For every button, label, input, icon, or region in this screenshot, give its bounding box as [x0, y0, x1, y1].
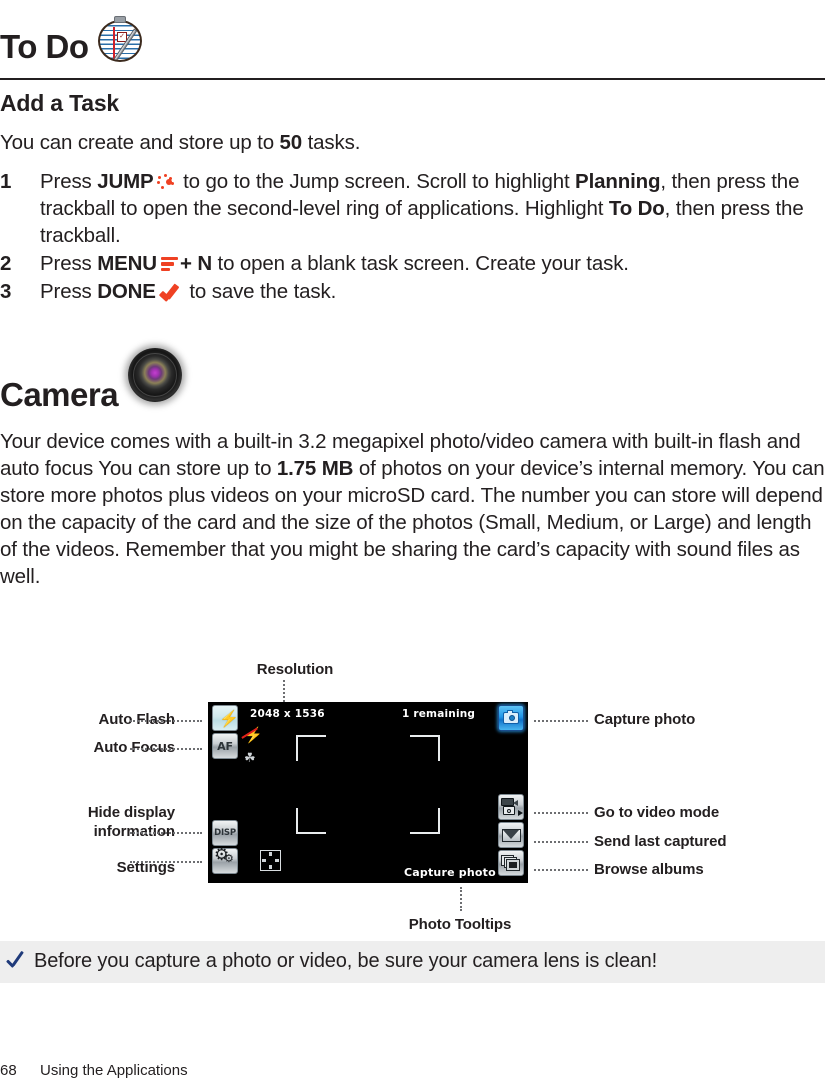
browse-albums-button[interactable]	[498, 850, 524, 876]
step-seg: to open a blank task screen. Create your…	[212, 252, 629, 275]
flash-off-icon: ⚡	[241, 727, 263, 746]
camera-storage-size: 1.75 MB	[276, 457, 354, 480]
step-seg: Press	[40, 252, 98, 275]
resolution-readout: 2048 x 1536	[250, 708, 325, 720]
camera-lens-icon	[128, 348, 182, 402]
step-bold-todo: To Do	[608, 197, 665, 220]
camera-description: Your device comes with a built-in 3.2 me…	[0, 428, 825, 590]
key-menu: MENU	[97, 252, 157, 275]
focus-bracket-bottom-left	[296, 808, 326, 834]
step-number: 2	[0, 252, 12, 275]
key-done: DONE	[97, 280, 156, 303]
photo-stack-icon	[501, 854, 521, 872]
callout-browse-albums: Browse albums	[594, 861, 704, 878]
leader-auto-focus	[130, 748, 202, 752]
step-item: 1 Press JUMP to go to the Jump screen. S…	[0, 168, 825, 249]
leader-browse-albums	[534, 869, 588, 873]
page-title: To Do	[0, 28, 89, 65]
envelope-icon	[501, 828, 521, 842]
step-item: 3 Press DONE to save the task.	[0, 278, 825, 305]
focus-bracket-top-left	[296, 735, 326, 761]
step-item: 2 Press MENU + N to open a blank task scr…	[0, 250, 825, 277]
video-camera-icon	[500, 798, 523, 816]
key-jump: JUMP	[97, 170, 154, 193]
manual-page: To Do ✓ Add a Task You can create and st…	[0, 0, 825, 1085]
send-last-captured-button[interactable]	[498, 822, 524, 848]
leader-hide-display-information	[130, 832, 202, 836]
tip-callout-bar: Before you capture a photo or video, be …	[0, 941, 825, 983]
todo-section-header: To Do ✓	[0, 14, 825, 74]
macro-focus-icon: ☘	[244, 750, 256, 765]
intro-task-count: 50	[279, 131, 303, 154]
notepad-body: ✓	[98, 20, 142, 62]
lens-rim	[133, 353, 177, 397]
step-seg: to save the task.	[183, 280, 337, 303]
capture-photo-button[interactable]	[498, 705, 524, 731]
auto-flash-button[interactable]	[212, 705, 239, 731]
leader-go-to-video-mode	[534, 812, 588, 816]
leader-resolution	[283, 680, 287, 702]
callout-go-to-video-mode: Go to video mode	[594, 804, 720, 821]
leader-photo-tooltips	[460, 887, 464, 911]
disp-button-label: DISP	[214, 828, 236, 838]
step-number: 1	[0, 170, 12, 193]
leader-auto-flash	[130, 720, 202, 724]
step-bold-n: N	[197, 252, 212, 275]
blue-checkmark-icon	[5, 949, 28, 971]
auto-focus-button[interactable]: AF	[212, 733, 238, 759]
go-to-video-mode-button[interactable]	[498, 794, 524, 820]
focus-bracket-top-right	[410, 735, 440, 761]
hide-display-information-button[interactable]: DISP	[212, 820, 238, 846]
step-seg: +	[179, 252, 198, 275]
camera-viewfinder-screen: 2048 x 1536 1 remaining Capture photo ⚡ …	[208, 702, 528, 883]
add-task-intro: You can create and store up to 50 tasks.	[0, 129, 825, 156]
camera-icon	[503, 710, 519, 724]
callout-photo-tooltips: Photo Tooltips	[408, 916, 512, 933]
subsection-heading-add-a-task: Add a Task	[0, 90, 119, 116]
photo-tooltip-readout: Capture photo	[404, 866, 496, 879]
focus-bracket-bottom-right	[410, 808, 440, 834]
directional-pad-icon	[260, 850, 281, 871]
step-number: 3	[0, 280, 12, 303]
step-text: Press JUMP to go to the Jump screen. Scr…	[40, 170, 804, 247]
af-button-label: AF	[217, 739, 233, 753]
leader-capture-photo	[534, 720, 588, 724]
camera-ui-diagram: Resolution Auto Flash Auto Focus Hide di…	[0, 650, 825, 935]
done-check-icon	[158, 283, 181, 302]
add-task-steps: 1 Press JUMP to go to the Jump screen. S…	[0, 168, 825, 306]
notepad-clip	[114, 16, 126, 23]
step-text: Press MENU + N to open a blank task scree…	[40, 252, 629, 275]
tip-text: Before you capture a photo or video, be …	[34, 950, 658, 972]
camera-section-title: Camera	[0, 376, 119, 413]
step-seg: to go to the Jump screen. Scroll to high…	[177, 170, 576, 193]
jump-dots-icon	[156, 174, 176, 191]
callout-capture-photo: Capture photo	[594, 711, 696, 728]
remaining-count-readout: 1 remaining	[402, 708, 476, 720]
callout-send-last-captured: Send last captured	[594, 833, 727, 850]
step-text: Press DONE to save the task.	[40, 280, 336, 303]
intro-pre: You can create and store up to	[0, 131, 280, 154]
leader-settings	[130, 861, 202, 865]
todo-notepad-icon: ✓	[92, 16, 148, 66]
header-divider	[0, 78, 825, 81]
page-number: 68	[0, 1062, 17, 1079]
step-seg: Press	[40, 280, 98, 303]
menu-bars-icon	[160, 257, 178, 273]
step-bold-planning: Planning	[575, 170, 661, 193]
running-head: Using the Applications	[40, 1062, 188, 1079]
settings-button[interactable]	[212, 845, 238, 874]
gear-icon	[214, 845, 235, 871]
leader-send-last-captured	[534, 841, 588, 845]
intro-post: tasks.	[302, 131, 361, 154]
step-seg: Press	[40, 170, 98, 193]
callout-resolution: Resolution	[256, 661, 334, 678]
